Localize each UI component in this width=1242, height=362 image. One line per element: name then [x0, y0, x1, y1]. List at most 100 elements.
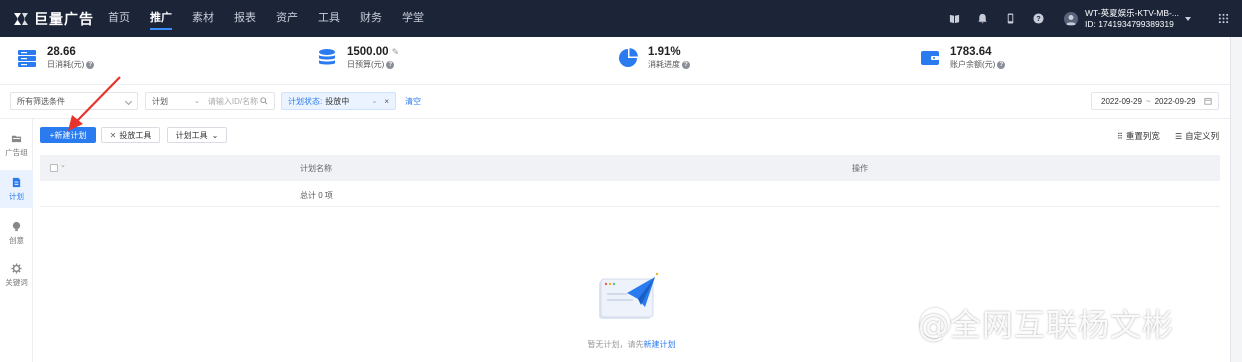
list-icon: ☰: [1175, 131, 1183, 141]
column-header-plan-name[interactable]: 计划名称: [300, 163, 332, 174]
date-separator: ~: [1145, 96, 1151, 106]
bulb-icon: [12, 221, 21, 231]
table-summary-row: 总计 0 项: [40, 181, 1220, 207]
edit-icon[interactable]: ✎: [392, 47, 400, 57]
stat-value: 1500.00 ✎: [347, 46, 399, 59]
nav-right: ? WT-英夏娱乐-KTV-MB-... ID: 174193479938931…: [940, 0, 1242, 37]
empty-message: 暂无计划，请先: [587, 340, 644, 349]
database-icon: [319, 49, 335, 65]
help-icon[interactable]: ?: [386, 60, 395, 69]
stat-daily-budget: 1500.00 ✎ 日预算(元)?: [316, 46, 399, 70]
avatar: [1064, 11, 1078, 26]
account-stats: 28.66 日消耗(元)? 1500.00 ✎ 日预算(元)? 1.91% 消耗…: [0, 37, 1242, 85]
phone-icon[interactable]: [996, 0, 1024, 37]
search-scope[interactable]: 计划: [152, 96, 194, 107]
date-end: 2022-09-29: [1154, 96, 1196, 106]
chevron-down-icon: ⌄: [194, 98, 200, 105]
close-icon[interactable]: ×: [384, 97, 389, 106]
user-info: WT-英夏娱乐-KTV-MB-... ID: 1741934799389319: [1085, 8, 1179, 30]
sidebar-item-label: 创意: [9, 235, 24, 245]
chevron-down-icon: [1184, 16, 1191, 21]
chevron-down-icon: [124, 97, 133, 106]
search-icon[interactable]: [260, 97, 268, 105]
sidebar-item-creative[interactable]: 创意: [0, 214, 33, 252]
help-icon[interactable]: ?: [86, 60, 95, 69]
stat-label: 日预算(元): [347, 60, 385, 69]
nav-item-materials[interactable]: 素材: [182, 0, 224, 37]
nav-item-home[interactable]: 首页: [98, 0, 140, 37]
help-icon[interactable]: ?: [1024, 0, 1052, 37]
chevron-down-icon: ⌄: [371, 98, 378, 105]
watermark: @全网互联杨文彬: [918, 308, 1174, 344]
stat-daily-spend: 28.66 日消耗(元)?: [16, 46, 95, 70]
stat-spend-progress: 1.91% 消耗进度?: [617, 46, 690, 70]
logo[interactable]: 巨量广告: [12, 9, 98, 29]
delivery-tool-label: 投放工具: [119, 130, 152, 140]
nav-item-tools[interactable]: 工具: [308, 0, 350, 37]
folder-icon: [11, 135, 22, 142]
column-header-actions: 操作: [852, 164, 868, 173]
logo-icon: [14, 12, 28, 25]
stat-label: 账户余额(元): [950, 60, 996, 69]
server-icon: [18, 50, 36, 67]
search-input[interactable]: 请输入ID/名称: [208, 96, 260, 107]
chevron-down-icon: ⌄: [211, 130, 219, 140]
new-plan-link[interactable]: 新建计划: [644, 340, 676, 349]
stat-label: 日消耗(元): [47, 60, 85, 69]
custom-columns-label: 自定义列: [1185, 131, 1220, 141]
main-menu: 首页 推广 素材 报表 资产 工具 财务 学堂: [98, 0, 434, 37]
delivery-tool-button[interactable]: ✕ 投放工具: [101, 127, 160, 143]
search-box[interactable]: 计划 ⌄ 请输入ID/名称: [145, 92, 275, 110]
chevron-down-icon[interactable]: ⌄: [60, 161, 66, 169]
sidebar-item-plan[interactable]: 计划: [0, 170, 33, 208]
tools-icon: ✕: [109, 130, 117, 140]
plan-icon: [12, 177, 21, 187]
stat-value: 1783.64: [950, 46, 992, 58]
sidebar-item-ad-group[interactable]: 广告组: [0, 126, 33, 164]
select-all-checkbox[interactable]: [50, 164, 58, 172]
gear-icon: [11, 262, 22, 274]
clear-filters-link[interactable]: 清空: [405, 96, 421, 107]
filter-preset-value: 所有筛选条件: [17, 96, 65, 106]
plan-tool-dropdown[interactable]: 计划工具 ⌄: [167, 127, 227, 143]
stat-value: 28.66: [47, 46, 76, 58]
help-icon[interactable]: ?: [682, 60, 690, 69]
stat-label: 消耗进度: [648, 60, 680, 69]
nav-item-promotion[interactable]: 推广: [140, 0, 182, 37]
filter-bar: 所有筛选条件 计划 ⌄ 请输入ID/名称 计划状态: 投放中 ⌄ × 清空 20…: [0, 85, 1242, 119]
user-menu[interactable]: WT-英夏娱乐-KTV-MB-... ID: 1741934799389319: [1064, 8, 1204, 30]
filter-preset-select[interactable]: 所有筛选条件: [10, 92, 138, 110]
custom-columns-button[interactable]: ☰ 自定义列: [1175, 130, 1219, 142]
calendar-icon: [1204, 98, 1212, 105]
plan-tool-label: 计划工具: [175, 130, 208, 140]
apps-grid-icon[interactable]: [1204, 0, 1242, 37]
status-label: 计划状态:: [288, 96, 323, 106]
book-icon[interactable]: [940, 0, 968, 37]
budget-value: 1500.00: [347, 46, 389, 58]
pie-icon: [619, 48, 638, 67]
nav-item-finance[interactable]: 财务: [350, 0, 392, 37]
bell-icon[interactable]: [968, 0, 996, 37]
nav-item-reports[interactable]: 报表: [224, 0, 266, 37]
nav-item-assets[interactable]: 资产: [266, 0, 308, 37]
status-value: 投放中: [325, 96, 350, 106]
date-range-picker[interactable]: 2022-09-29 ~ 2022-09-29: [1091, 92, 1219, 110]
level-sidebar: 广告组 计划 创意 关键词: [0, 119, 33, 362]
help-icon[interactable]: ?: [997, 60, 1006, 69]
wallet-icon: [921, 51, 939, 65]
table-header: ⌄ 计划名称 操作: [40, 155, 1220, 181]
total-count: 总计 0 项: [300, 191, 333, 200]
sidebar-item-label: 关键词: [5, 277, 28, 287]
status-filter-tag[interactable]: 计划状态: 投放中 ⌄ ×: [281, 92, 396, 110]
user-id: ID: 1741934799389319: [1085, 18, 1174, 29]
sidebar-item-keyword[interactable]: 关键词: [0, 256, 33, 294]
sidebar-item-label: 广告组: [5, 147, 28, 157]
stat-value: 1.91%: [648, 46, 681, 58]
scrollbar[interactable]: [1230, 37, 1242, 362]
svg-text:?: ?: [1036, 14, 1041, 23]
stat-balance: 1783.64 账户余额(元)?: [919, 46, 1006, 70]
new-plan-button[interactable]: +新建计划: [40, 127, 96, 143]
reset-column-width-button[interactable]: ⠿ 重置列宽: [1117, 130, 1160, 142]
nav-item-academy[interactable]: 学堂: [392, 0, 434, 37]
columns-icon: ⠿: [1117, 131, 1123, 141]
